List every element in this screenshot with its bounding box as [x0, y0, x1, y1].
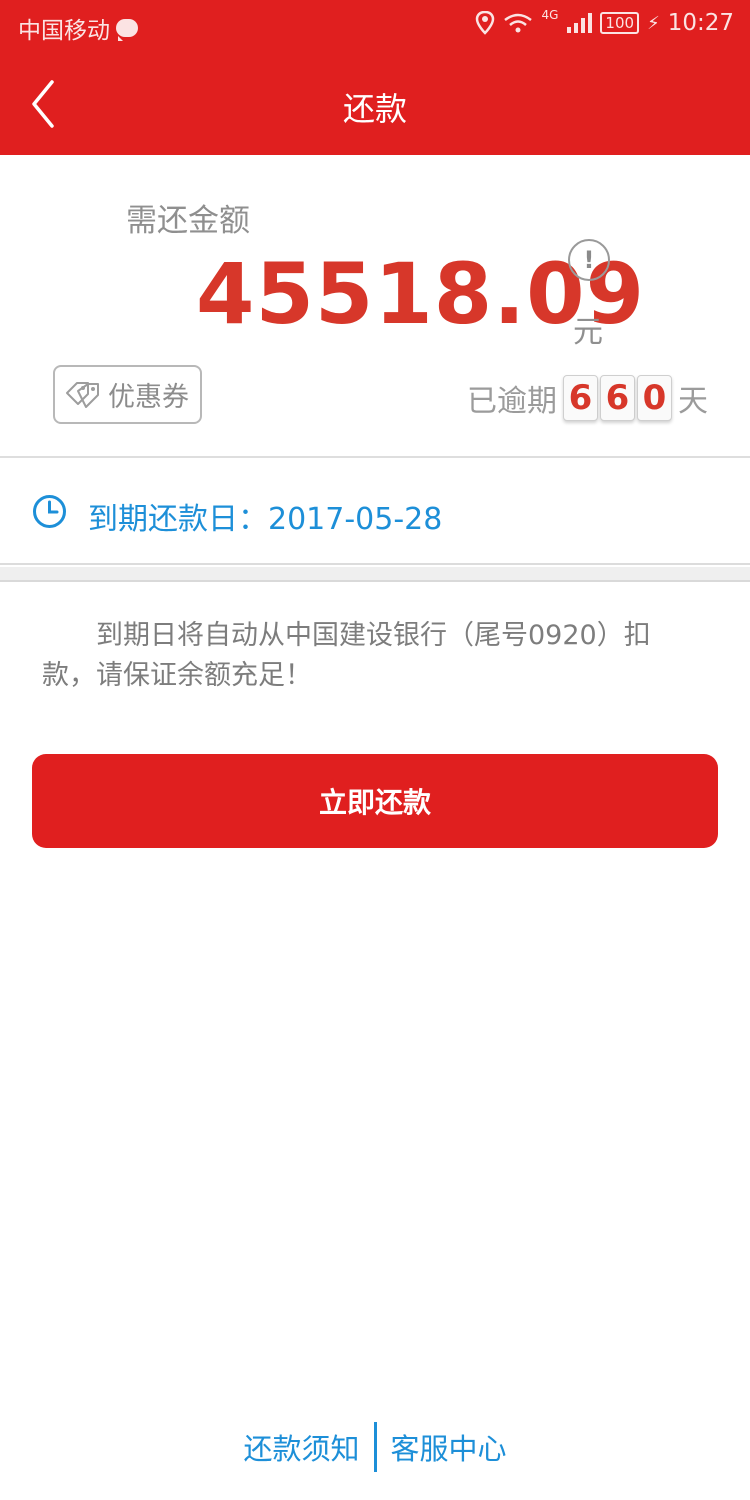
amount-unit: 元 [573, 315, 603, 350]
coupon-button[interactable]: 优惠券 [53, 365, 202, 424]
coupon-label: 优惠券 [108, 382, 189, 413]
battery-icon: 100 [600, 12, 640, 34]
location-icon [476, 11, 495, 35]
section-divider [0, 567, 750, 582]
clock-time: 10:27 [667, 10, 734, 36]
repay-notice-link[interactable]: 还款须知 [229, 1426, 373, 1468]
overdue-unit: 天 [678, 384, 708, 419]
amount-label: 需还金额 [126, 203, 250, 239]
network-type-label: 4G [541, 8, 559, 22]
overdue-info: 已逾期 6 6 0 天 [467, 375, 708, 421]
page-title: 还款 [342, 90, 407, 128]
app-header: 中国移动 4G 100 ⚡ 10:27 还款 [0, 0, 750, 155]
info-icon[interactable]: ! [568, 239, 610, 281]
footer-links: 还款须知 客服中心 [0, 1418, 750, 1476]
carrier-info: 中国移动 [18, 11, 138, 45]
carrier-name: 中国移动 [18, 18, 110, 44]
status-bar: 中国移动 4G 100 ⚡ 10:27 [0, 0, 750, 52]
due-date-label: 到期还款日：2017-05-28 [88, 502, 443, 537]
charging-icon: ⚡ [647, 12, 660, 34]
overdue-digit: 0 [637, 375, 672, 421]
message-icon [116, 19, 138, 41]
auto-debit-notice: 到期日将自动从中国建设银行（尾号0920）扣款，请保证余额充足！ [42, 620, 651, 691]
overdue-digit: 6 [600, 375, 635, 421]
amount-card: 需还金额 45518.09 ! 元 优惠券 已逾期 6 6 0 天 [0, 155, 750, 458]
service-center-link[interactable]: 客服中心 [377, 1426, 521, 1468]
nav-bar: 还款 [0, 52, 750, 155]
signal-icon [567, 13, 593, 33]
wifi-icon [504, 13, 533, 33]
clock-icon [33, 495, 66, 528]
overdue-label: 已逾期 [467, 384, 557, 419]
due-date-row: 到期还款日：2017-05-28 [0, 460, 750, 565]
overdue-days: 6 6 0 [563, 375, 672, 421]
tag-icon [66, 381, 99, 408]
overdue-digit: 6 [563, 375, 598, 421]
pay-now-button[interactable]: 立即还款 [32, 754, 718, 848]
status-icons: 4G 100 ⚡ 10:27 [475, 8, 734, 36]
